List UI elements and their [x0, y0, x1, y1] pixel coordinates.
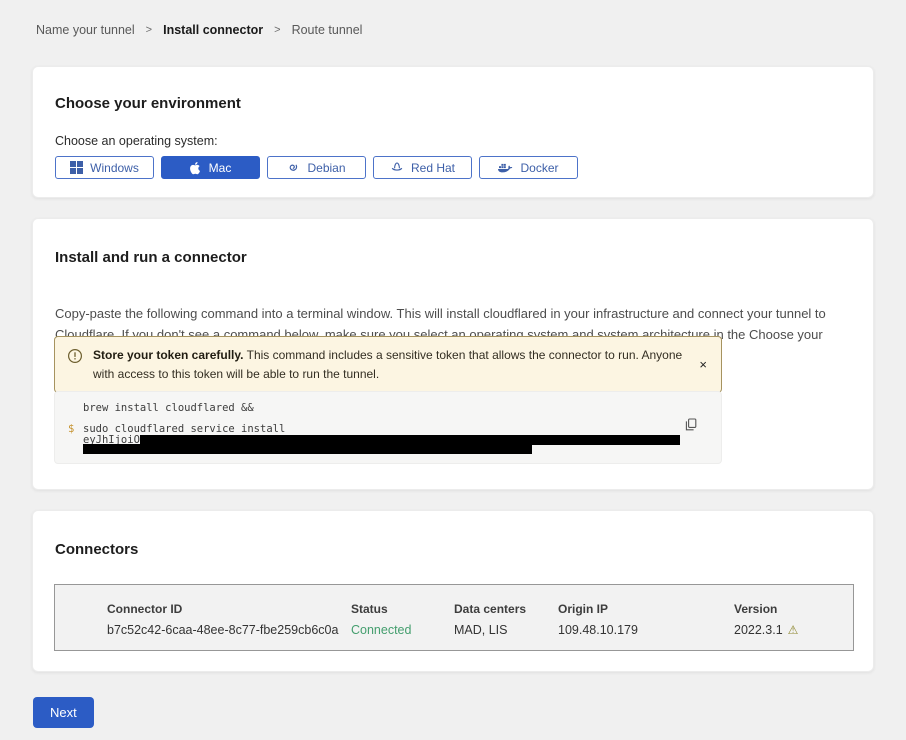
os-button-label: Debian [307, 161, 345, 175]
next-button[interactable]: Next [33, 697, 94, 728]
debian-icon [287, 161, 300, 174]
version-number: 2022.3.1 [734, 623, 783, 637]
col-data-centers: Data centers [454, 602, 558, 616]
token-warning-banner: Store your token carefully. This command… [54, 336, 722, 393]
command-line-1: brew install cloudflared && [83, 402, 254, 414]
table-row: b7c52c42-6caa-48ee-8c77-fbe259cb6c0a Con… [107, 623, 837, 637]
redhat-icon [390, 161, 404, 174]
col-version: Version [734, 602, 837, 616]
col-connector-id: Connector ID [107, 602, 351, 616]
os-button-label: Mac [209, 161, 232, 175]
version-value: 2022.3.1 ⚠ [734, 623, 837, 637]
os-button-group: Windows Mac Debian Red Hat Docker [55, 156, 578, 179]
connector-id-value: b7c52c42-6caa-48ee-8c77-fbe259cb6c0a [107, 623, 351, 637]
windows-icon [70, 161, 83, 174]
origin-ip-value: 109.48.10.179 [558, 623, 734, 637]
breadcrumb-step-route-tunnel[interactable]: Route tunnel [292, 23, 363, 37]
shell-prompt: $ [68, 423, 74, 435]
install-connector-card: Install and run a connector Copy-paste t… [32, 218, 874, 490]
os-button-windows[interactable]: Windows [55, 156, 154, 179]
breadcrumb-step-install-connector[interactable]: Install connector [163, 23, 263, 37]
os-button-label: Docker [520, 161, 558, 175]
alert-circle-icon [67, 348, 83, 369]
connectors-card: Connectors Connector ID Status Data cent… [32, 510, 874, 672]
status-badge: Connected [351, 623, 454, 637]
redacted-token-bar [83, 444, 532, 454]
col-status: Status [351, 602, 454, 616]
token-warning-text: Store your token carefully. This command… [93, 346, 687, 383]
terminal-command-block: brew install cloudflared && $ sudo cloud… [54, 391, 722, 464]
chevron-separator-icon: > [146, 24, 152, 36]
docker-icon [498, 162, 513, 174]
data-centers-value: MAD, LIS [454, 623, 558, 637]
os-button-mac[interactable]: Mac [161, 156, 260, 179]
apple-icon [190, 161, 202, 175]
token-warning-bold: Store your token carefully. [93, 348, 244, 362]
environment-card-title: Choose your environment [55, 95, 241, 112]
os-select-label: Choose an operating system: [55, 134, 218, 148]
environment-card: Choose your environment Choose an operat… [32, 66, 874, 198]
table-header-row: Connector ID Status Data centers Origin … [107, 602, 837, 616]
close-icon[interactable]: × [697, 358, 709, 371]
breadcrumb: Name your tunnel > Install connector > R… [36, 23, 362, 37]
install-card-title: Install and run a connector [55, 249, 247, 266]
breadcrumb-step-name-tunnel[interactable]: Name your tunnel [36, 23, 135, 37]
os-button-docker[interactable]: Docker [479, 156, 578, 179]
os-button-label: Windows [90, 161, 139, 175]
os-button-label: Red Hat [411, 161, 455, 175]
copy-icon[interactable] [685, 418, 697, 434]
os-button-debian[interactable]: Debian [267, 156, 366, 179]
col-origin-ip: Origin IP [558, 602, 734, 616]
connectors-table: Connector ID Status Data centers Origin … [54, 584, 854, 651]
warning-triangle-icon: ⚠ [788, 624, 799, 636]
connectors-card-title: Connectors [55, 541, 138, 558]
os-button-redhat[interactable]: Red Hat [373, 156, 472, 179]
chevron-separator-icon: > [274, 24, 280, 36]
